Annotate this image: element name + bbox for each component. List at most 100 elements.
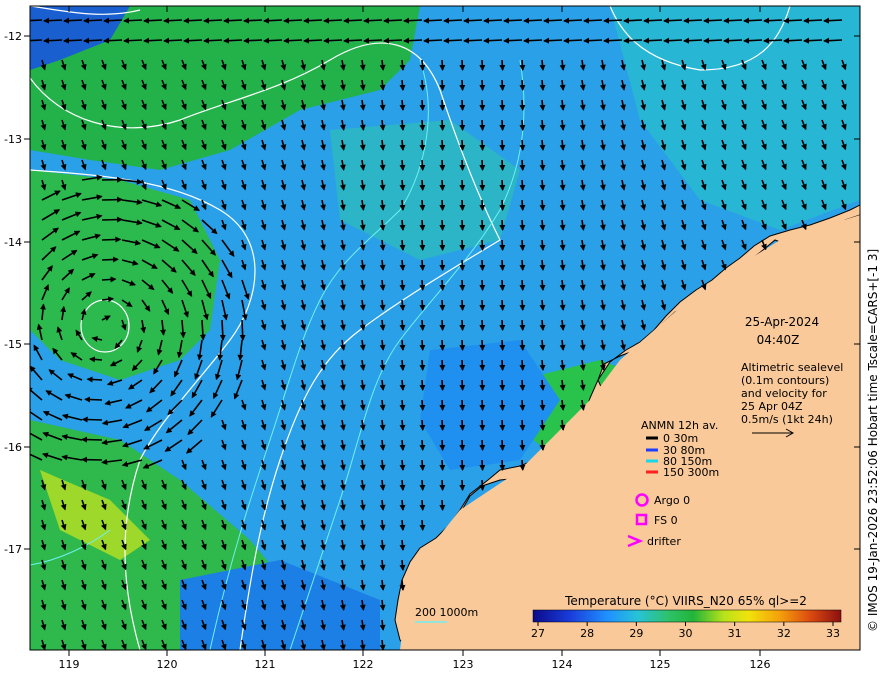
velocity-arrow (519, 459, 526, 471)
velocity-arrow (539, 139, 546, 151)
velocity-arrow (419, 519, 426, 531)
velocity-arrow (479, 439, 486, 451)
velocity-arrow (101, 236, 122, 243)
velocity-arrow (539, 319, 546, 331)
velocity-arrow (539, 159, 546, 171)
velocity-arrow (479, 319, 486, 331)
velocity-arrow (239, 319, 246, 341)
velocity-arrow (583, 37, 603, 44)
velocity-arrow (123, 37, 143, 44)
velocity-arrow (663, 17, 683, 24)
velocity-arrow (703, 37, 723, 44)
colorbar-tick-label: 28 (580, 627, 594, 640)
velocity-arrow (539, 259, 546, 271)
velocity-arrow (84, 396, 103, 403)
velocity-arrow (479, 59, 486, 71)
velocity-arrow (219, 319, 226, 341)
velocity-arrow (623, 37, 643, 44)
velocity-arrow (499, 319, 506, 331)
velocity-arrow (419, 399, 426, 411)
velocity-arrow (539, 379, 546, 391)
velocity-arrow (499, 439, 506, 451)
velocity-arrow (539, 399, 546, 411)
velocity-arrow (123, 17, 143, 24)
velocity-arrow (399, 59, 406, 71)
velocity-arrow (603, 17, 623, 24)
velocity-arrow (419, 199, 426, 211)
velocity-arrow (439, 199, 446, 211)
velocity-arrow (399, 219, 406, 231)
velocity-arrow (101, 276, 117, 283)
velocity-arrow (83, 37, 103, 44)
velocity-arrow (479, 299, 486, 311)
velocity-arrow (399, 439, 406, 451)
velocity-arrow (419, 479, 426, 491)
velocity-arrow (399, 459, 406, 471)
velocity-arrow (539, 199, 546, 211)
velocity-arrow (399, 119, 406, 131)
velocity-arrow (423, 17, 443, 24)
velocity-arrow (399, 399, 406, 411)
colorbar-tick-label: 30 (679, 627, 693, 640)
x-tick-label: 123 (453, 658, 474, 671)
velocity-arrow (763, 17, 783, 24)
velocity-arrow (783, 37, 803, 44)
velocity-arrow (419, 239, 426, 251)
velocity-arrow (439, 219, 446, 231)
velocity-arrow (479, 159, 486, 171)
velocity-arrow (439, 79, 446, 91)
velocity-arrow (403, 17, 423, 24)
velocity-arrow (519, 139, 526, 151)
altimetry-line-1: Altimetric sealevel (741, 361, 843, 374)
velocity-arrow (499, 339, 506, 351)
velocity-arrow (479, 359, 486, 371)
velocity-arrow (519, 79, 526, 91)
velocity-arrow (499, 399, 506, 411)
velocity-arrow (479, 259, 486, 271)
velocity-arrow (459, 399, 466, 411)
velocity-arrow (479, 219, 486, 231)
velocity-arrow (499, 419, 506, 431)
velocity-arrow (519, 339, 526, 351)
velocity-arrow (543, 37, 563, 44)
velocity-arrow (439, 499, 446, 511)
velocity-arrow (499, 219, 506, 231)
y-tick-label: -12 (4, 30, 22, 43)
velocity-arrow (623, 17, 643, 24)
velocity-arrow (399, 199, 406, 211)
velocity-arrow (399, 279, 406, 291)
velocity-arrow (459, 119, 466, 131)
velocity-arrow (163, 37, 183, 44)
velocity-arrow (539, 59, 546, 71)
velocity-arrow (263, 37, 283, 44)
colorbar-tick-label: 31 (728, 627, 742, 640)
velocity-arrow (419, 439, 426, 451)
velocity-arrow (203, 17, 223, 24)
velocity-arrow (419, 359, 426, 371)
velocity-arrow (439, 439, 446, 451)
velocity-arrow (399, 259, 406, 271)
velocity-arrow (459, 459, 466, 471)
velocity-arrow (583, 17, 603, 24)
velocity-arrow (323, 37, 343, 44)
velocity-arrow (479, 99, 486, 111)
velocity-arrow (499, 379, 506, 391)
velocity-arrow (523, 37, 543, 44)
velocity-arrow (243, 17, 263, 24)
sst-map: 119 120 121 122 123 124 125 126 -12 -13 -14 -15 -16… (4, 5, 861, 671)
velocity-arrow (419, 459, 426, 471)
velocity-arrow (519, 439, 526, 451)
velocity-arrow (399, 519, 406, 531)
colorbar-tick-label: 27 (531, 627, 545, 640)
velocity-arrow (499, 139, 506, 151)
velocity-arrow (419, 499, 426, 511)
velocity-arrow (459, 299, 466, 311)
velocity-arrow (283, 17, 303, 24)
velocity-arrow (519, 119, 526, 131)
velocity-arrow (459, 79, 466, 91)
velocity-arrow (459, 419, 466, 431)
velocity-arrow (479, 379, 486, 391)
velocity-arrow (459, 259, 466, 271)
velocity-arrow (539, 239, 546, 251)
velocity-arrow (439, 159, 446, 171)
